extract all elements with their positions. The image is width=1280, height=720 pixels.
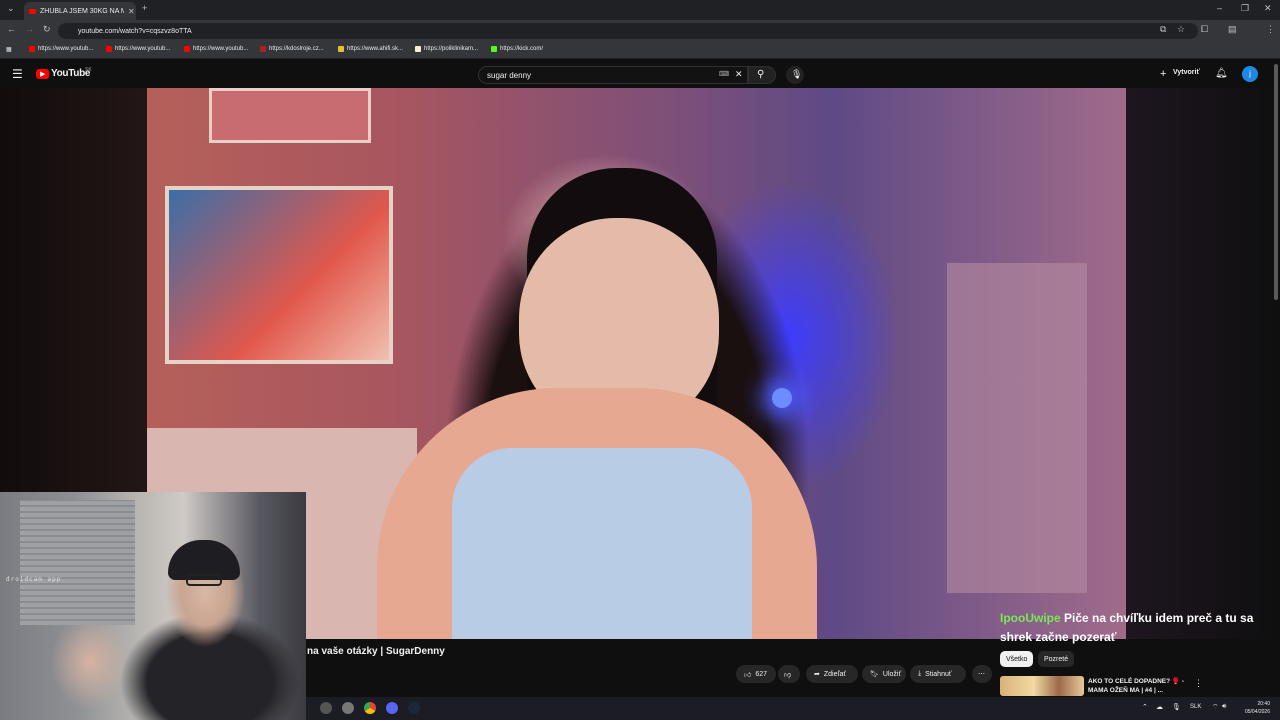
install-icon[interactable]: ⧉ [1160, 24, 1166, 35]
blue-light [772, 388, 792, 408]
chrome-taskbar-icon[interactable] [364, 702, 376, 714]
bookmark-item[interactable]: https://kick.com/ [491, 46, 543, 52]
chip-all[interactable]: Všetko [1000, 651, 1034, 667]
video-ambient-right [1126, 88, 1280, 639]
channel-avatar[interactable]: j [1242, 66, 1258, 82]
recommendation-title[interactable]: AKO TO CELÉ DOPADNE? 🥊 - MAMA OŽEŇ MA | … [1088, 677, 1188, 695]
play-icon: ▶ [40, 71, 46, 78]
wifi-icon[interactable]: ⌔ [1212, 703, 1219, 712]
chip-watched[interactable]: Pozreté [1038, 651, 1075, 667]
hamburger-menu-icon[interactable]: ☰ [12, 67, 23, 81]
tray-app-icon[interactable]: ☁ [1156, 703, 1163, 711]
download-button[interactable]: ⤓ Stiahnuť [910, 665, 966, 683]
bookmark-item[interactable]: https://www.youtub... [29, 46, 93, 52]
region-code: SK [85, 67, 92, 73]
volume-icon[interactable]: 🔊︎ [1222, 703, 1226, 711]
keyboard-icon[interactable]: ⌨ [719, 70, 729, 78]
clock-date: 05/04/2026 [1244, 709, 1270, 715]
more-actions-button[interactable]: ⋯ [972, 665, 992, 683]
like-button[interactable]: 👍︎ 627 [736, 665, 776, 683]
more-icon: ⋯ [978, 671, 985, 678]
minimize-icon[interactable]: – [1217, 3, 1222, 13]
video-title: na vaše otázky | SugarDenny [307, 646, 445, 657]
back-icon[interactable]: ← [7, 24, 16, 34]
webcam-overlay: droidcam app [0, 492, 306, 720]
bookmarks-bar: ▦ https://www.youtub... https://www.yout… [0, 42, 1280, 59]
windows-taskbar: ⌃ ☁ 🎙︎ SLK ⌔ 🔊︎ 20:40 05/04/2026 [306, 697, 1280, 720]
taskbar-app-icon[interactable] [342, 702, 354, 714]
clear-search-icon[interactable]: ✕ [735, 69, 743, 80]
bookmark-star-icon[interactable]: ☆ [1177, 24, 1185, 35]
steam-taskbar-icon[interactable] [408, 702, 420, 714]
tray-chevron-icon[interactable]: ⌃ [1142, 703, 1148, 711]
search-icon: ⚲ [757, 69, 765, 80]
menu-icon[interactable]: ⋮ [1266, 24, 1275, 35]
webcam-watermark: droidcam app [6, 576, 62, 583]
browser-tab[interactable]: ZHUBLA JSEM 30KG NA MOUNJARU!? ✕ [24, 2, 136, 20]
clock-time: 20:40 [1257, 701, 1270, 707]
share-icon: ➦ [814, 671, 820, 678]
thumbs-down-icon: 👎︎ [784, 671, 792, 679]
close-window-icon[interactable]: ✕ [1264, 3, 1272, 14]
input-language[interactable]: SLK [1190, 704, 1201, 710]
extensions-icon[interactable]: ⧠ [1201, 24, 1208, 35]
window-blinds [20, 500, 135, 625]
bookmark-item[interactable]: https://www.youtub... [184, 46, 248, 52]
apps-icon[interactable]: ▦ [6, 46, 12, 53]
recommendation-menu-icon[interactable]: ⋮ [1194, 678, 1203, 689]
new-tab-icon[interactable]: + [142, 3, 147, 13]
clock[interactable]: 20:40 05/04/2026 [1245, 700, 1270, 716]
download-icon: ⤓ [918, 670, 922, 677]
save-button[interactable]: 🔖︎ Uložiť [862, 665, 906, 683]
recommendation-thumbnail[interactable] [1000, 676, 1084, 696]
chat-username: IpooUwipe [1000, 611, 1061, 625]
share-button[interactable]: ➦ Zdieľať [806, 665, 858, 683]
side-panel-icon[interactable]: ▤ [1228, 24, 1237, 35]
door [947, 263, 1087, 593]
restore-icon[interactable]: ❐ [1241, 3, 1249, 14]
url-text: youtube.com/watch?v=cqszvz8oTTA [78, 27, 192, 35]
download-label: Stiahnuť [925, 670, 952, 678]
create-plus-icon[interactable]: + [1160, 68, 1166, 80]
microphone-icon: 🎙︎ [791, 69, 803, 79]
forward-icon[interactable]: → [25, 24, 34, 34]
bookmark-item[interactable]: https://kdoslroje.cz... [260, 46, 324, 52]
wall-painting [165, 186, 393, 364]
notifications-bell-icon[interactable]: 🔔︎ [1215, 68, 1228, 79]
dislike-button[interactable]: 👎︎ [778, 665, 800, 683]
voice-search-button[interactable]: 🎙︎ [786, 66, 804, 84]
bookmark-item[interactable]: https://poliklinikam... [415, 46, 478, 52]
create-button[interactable]: Vytvoriť [1173, 69, 1200, 76]
thumbs-up-icon: 👍︎ [744, 671, 752, 679]
youtube-favicon-icon [29, 8, 36, 14]
url-field[interactable]: youtube.com/watch?v=cqszvz8oTTA [58, 23, 1198, 39]
browser-tab-bar: ⌄ ZHUBLA JSEM 30KG NA MOUNJARU!? ✕ + – ❐… [0, 0, 1280, 20]
bookmark-icon: 🔖︎ [870, 671, 879, 678]
close-tab-icon[interactable]: ✕ [128, 7, 135, 16]
tab-title: ZHUBLA JSEM 30KG NA MOUNJARU!? [40, 7, 124, 15]
taskbar-app-icon[interactable] [320, 702, 332, 714]
tab-list-icon[interactable]: ⌄ [7, 3, 15, 14]
discord-taskbar-icon[interactable] [386, 702, 398, 714]
glasses [186, 574, 222, 586]
search-button[interactable]: ⚲ [748, 66, 776, 84]
bookmark-item[interactable]: https://www.youtub... [106, 46, 170, 52]
wall-poster [209, 88, 371, 143]
save-label: Uložiť [882, 670, 902, 678]
blue-top [452, 448, 752, 639]
address-bar-row: ← → ↻ youtube.com/watch?v=cqszvz8oTTA ⧉ … [0, 20, 1280, 57]
reload-icon[interactable]: ↻ [43, 24, 51, 35]
bookmark-item[interactable]: https://www.ahifi.sk... [338, 46, 403, 52]
chat-overlay: IpooUwipe Piče na chvíľku idem preč a tu… [1000, 609, 1270, 647]
search-input[interactable]: sugar denny ⌨ ✕ [478, 66, 748, 84]
tray-mic-icon[interactable]: 🎙︎ [1172, 703, 1181, 711]
like-count: 627 [755, 670, 768, 678]
search-query: sugar denny [487, 70, 532, 80]
page-scrollbar[interactable] [1274, 64, 1278, 300]
share-label: Zdieľať [823, 670, 847, 678]
